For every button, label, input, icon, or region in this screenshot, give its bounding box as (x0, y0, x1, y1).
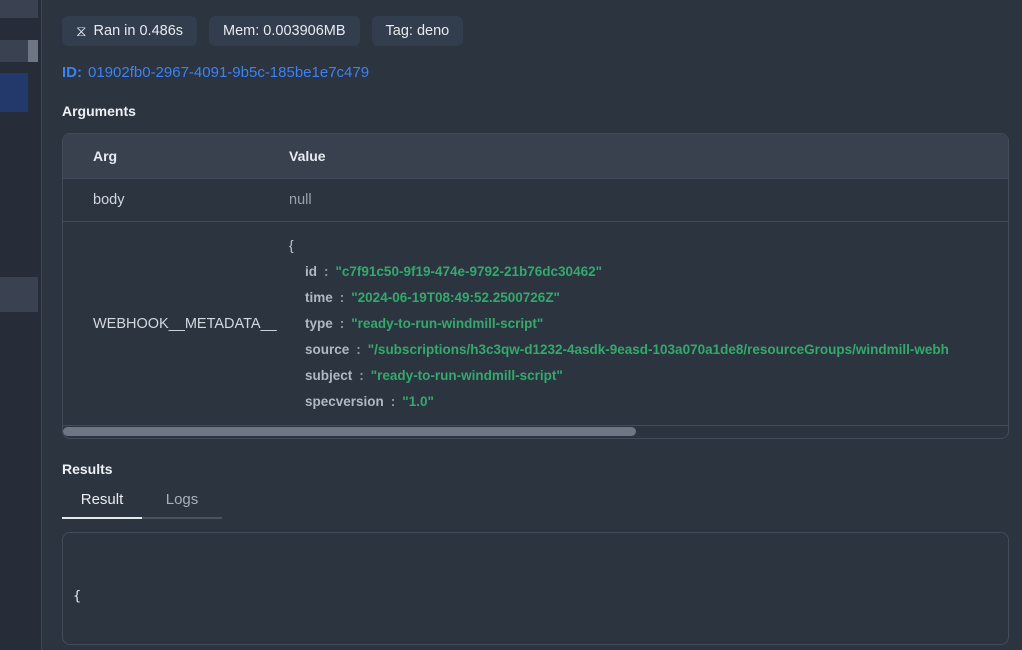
results-title: Results (62, 461, 1022, 477)
horizontal-scrollbar-track[interactable] (63, 426, 1008, 438)
hourglass-icon: ⧖ (76, 24, 87, 39)
arg-name: body (63, 192, 289, 208)
run-stats-row: ⧖ Ran in 0.486s Mem: 0.003906MB Tag: den… (62, 16, 1022, 46)
json-value: "1.0" (402, 394, 434, 409)
tab-result[interactable]: Result (62, 491, 142, 519)
json-key[interactable]: id (305, 264, 317, 279)
memory-badge: Mem: 0.003906MB (209, 16, 360, 46)
code-open-brace: { (73, 586, 998, 606)
run-duration-label: Ran in 0.486s (94, 23, 183, 39)
arguments-table-header: Arg Value (63, 134, 1008, 179)
json-entry-subject: subject:"ready-to-run-windmill-script" (289, 363, 1008, 389)
json-value: "c7f91c50-9f19-474e-9792-21b76dc30462" (336, 264, 603, 279)
left-panel-item[interactable] (0, 0, 38, 18)
left-panel-item[interactable] (0, 40, 28, 62)
job-id-label: ID: (62, 64, 82, 81)
left-panel-scrollbar-thumb[interactable] (28, 40, 38, 62)
json-entry-source: source:"/subscriptions/h3c3qw-d1232-4asd… (289, 337, 1008, 363)
memory-label: Mem: 0.003906MB (223, 23, 346, 39)
json-entry-id: id:"c7f91c50-9f19-474e-9792-21b76dc30462… (289, 259, 1008, 285)
tab-logs[interactable]: Logs (142, 491, 222, 519)
arguments-table: Arg Value body null WEBHOOK__METADATA__ … (62, 133, 1009, 439)
json-entry-specversion: specversion:"1.0" (289, 389, 1008, 415)
horizontal-scrollbar-thumb[interactable] (63, 427, 636, 436)
result-code-block[interactable]: { "str": "default arg", "union": "Hello … (62, 532, 1009, 645)
json-value: "/subscriptions/h3c3qw-d1232-4asdk-9easd… (368, 342, 949, 357)
json-entry-time: time:"2024-06-19T08:49:52.2500726Z" (289, 285, 1008, 311)
json-key[interactable]: source (305, 342, 349, 357)
column-header-arg: Arg (63, 148, 289, 164)
json-value: "2024-06-19T08:49:52.2500726Z" (351, 290, 560, 305)
json-key[interactable]: time (305, 290, 333, 305)
job-id-line: ID: 01902fb0-2967-4091-9b5c-185be1e7c479 (62, 64, 1022, 81)
arguments-title: Arguments (62, 103, 1022, 119)
table-row-webhook-metadata: WEBHOOK__METADATA__ { id:"c7f91c50-9f19-… (63, 222, 1008, 426)
table-row-body: body null (63, 179, 1008, 222)
json-key[interactable]: subject (305, 368, 352, 383)
json-key[interactable]: specversion (305, 394, 384, 409)
tag-badge: Tag: deno (372, 16, 464, 46)
left-panel-item[interactable] (0, 277, 38, 312)
run-duration-badge: ⧖ Ran in 0.486s (62, 16, 197, 46)
json-viewer: { id:"c7f91c50-9f19-474e-9792-21b76dc304… (289, 222, 1008, 425)
results-tabs: Result Logs (62, 491, 1022, 519)
left-panel-fragment (0, 0, 41, 650)
json-entry-type: type:"ready-to-run-windmill-script" (289, 311, 1008, 337)
arg-name: WEBHOOK__METADATA__ (63, 316, 289, 332)
arg-value-null: null (289, 192, 1008, 208)
column-header-value: Value (289, 148, 1008, 164)
job-id-value[interactable]: 01902fb0-2967-4091-9b5c-185be1e7c479 (88, 64, 369, 81)
tag-label: Tag: deno (386, 23, 450, 39)
run-detail-panel: ⧖ Ran in 0.486s Mem: 0.003906MB Tag: den… (42, 0, 1022, 650)
left-panel-item-selected[interactable] (0, 73, 28, 112)
json-open-brace: { (289, 232, 1008, 259)
json-key[interactable]: type (305, 316, 333, 331)
json-value: "ready-to-run-windmill-script" (351, 316, 543, 331)
json-value: "ready-to-run-windmill-script" (371, 368, 563, 383)
